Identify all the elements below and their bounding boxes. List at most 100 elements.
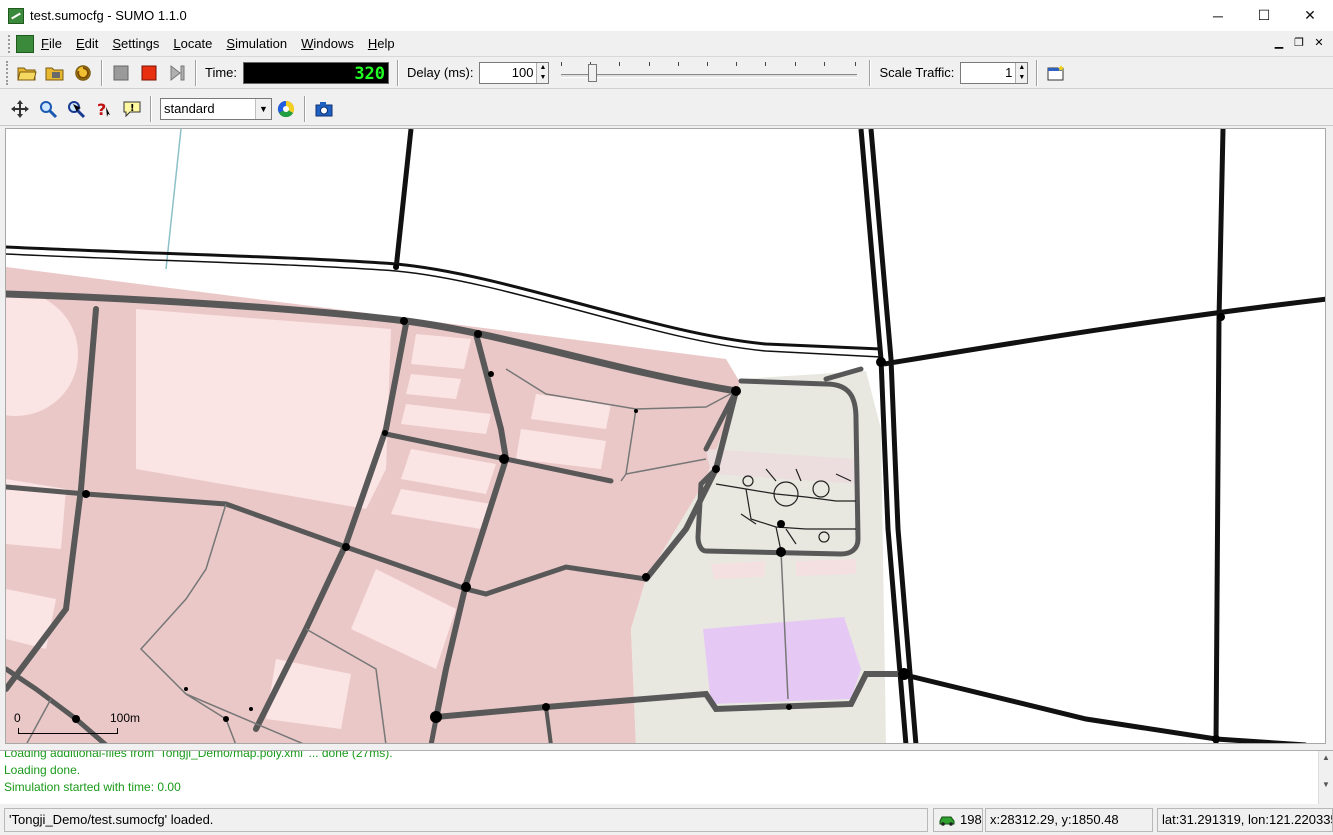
waterway <box>165 129 182 270</box>
close-button[interactable]: ✕ <box>1287 0 1333 31</box>
menu-help[interactable]: Help <box>361 31 402 57</box>
log-scrollbar[interactable]: ▲ ▼ <box>1318 751 1333 804</box>
spin-up-icon[interactable]: ▲ <box>537 63 548 73</box>
toolbar-grip[interactable] <box>6 60 10 85</box>
title-bar[interactable]: test.sumocfg - SUMO 1.1.0 ─ ☐ ✕ <box>0 0 1333 31</box>
slider-thumb[interactable] <box>588 63 598 82</box>
building <box>411 334 471 369</box>
cursor-latlon: lat:31.291319, lon:121.220335 <box>1157 808 1333 832</box>
message-log[interactable]: Loading additional-files from 'Tongji_De… <box>0 750 1333 804</box>
reload-icon[interactable] <box>71 61 95 85</box>
scale-zero-label: 0 <box>14 711 21 725</box>
purple-area <box>703 617 861 704</box>
scale-traffic-label: Scale Traffic: <box>879 65 955 80</box>
log-line: Simulation started with time: 0.00 <box>4 780 181 794</box>
sumo-app-icon <box>8 7 24 24</box>
recenter-view-icon[interactable] <box>8 97 32 121</box>
minimize-button[interactable]: ─ <box>1195 0 1241 31</box>
menu-edit-label: dit <box>84 35 99 51</box>
menu-simulation-label: imulation <box>235 35 288 51</box>
spin-up-icon[interactable]: ▲ <box>1016 63 1027 73</box>
map-canvas[interactable]: 0 100m <box>5 128 1326 744</box>
scroll-up-icon[interactable]: ▲ <box>1319 751 1333 764</box>
spin-down-icon[interactable]: ▼ <box>537 73 548 83</box>
open-folder-icon[interactable] <box>15 61 39 85</box>
delay-spinner-arrows[interactable]: ▲ ▼ <box>536 62 549 83</box>
mdi-close-button[interactable]: ✕ <box>1311 35 1327 51</box>
slider-track <box>561 73 858 78</box>
scale-spinner-arrows[interactable]: ▲ ▼ <box>1015 62 1028 83</box>
building <box>796 559 856 576</box>
menu-grip[interactable] <box>8 34 12 53</box>
building <box>711 561 766 579</box>
status-bar: 'Tongji_Demo/test.sumocfg' loaded. 198 x… <box>0 805 1333 835</box>
zoom-icon[interactable] <box>36 97 60 121</box>
scale-traffic-spinner[interactable]: ▲▼ <box>960 61 1029 84</box>
menu-bar: File Edit Settings Locate Simulation Win… <box>0 31 1333 57</box>
sumo-window: test.sumocfg - SUMO 1.1.0 ─ ☐ ✕ File Edi… <box>0 0 1333 835</box>
log-line: Loading done. <box>4 763 81 777</box>
color-scheme-value: standard <box>164 100 215 116</box>
spin-down-icon[interactable]: ▼ <box>1016 73 1027 83</box>
status-message: 'Tongji_Demo/test.sumocfg' loaded. <box>4 808 928 832</box>
car-icon <box>939 816 955 826</box>
menu-edit[interactable]: Edit <box>69 31 105 57</box>
log-line: Loading additional-files from 'Tongji_De… <box>4 750 393 760</box>
mdi-restore-button[interactable]: ❐ <box>1291 35 1307 51</box>
stop-icon[interactable] <box>109 61 133 85</box>
maximize-button[interactable]: ☐ <box>1241 0 1287 31</box>
show-tooltips-icon[interactable]: ! <box>120 97 144 121</box>
svg-text:?: ? <box>97 100 106 119</box>
menu-windows[interactable]: Windows <box>294 31 361 57</box>
cursor-coordinates: x:28312.29, y:1850.48 <box>985 808 1153 832</box>
scale-traffic-input[interactable] <box>961 62 1016 83</box>
menu-settings[interactable]: Settings <box>105 31 166 57</box>
menu-file-label: ile <box>48 35 62 51</box>
delay-spinner[interactable]: ▲▼ <box>479 61 550 84</box>
road-network-map <box>6 129 1325 743</box>
mdi-controls: ▁ ❐ ✕ <box>1271 35 1327 51</box>
toolbar-separator <box>195 59 197 86</box>
scale-label: 100m <box>110 711 141 725</box>
menu-help-label: elp <box>377 35 395 51</box>
new-view-icon[interactable] <box>1044 61 1068 85</box>
svg-text:!: ! <box>130 103 135 114</box>
scale-line <box>18 728 118 734</box>
scale-bar: 0 100m <box>14 711 140 737</box>
delay-input[interactable] <box>480 62 537 83</box>
toolbar-separator <box>304 95 306 122</box>
open-network-icon[interactable] <box>43 61 67 85</box>
simulation-toolbar: Time: 320 Delay (ms): ▲▼ Scale Traffic: … <box>0 57 1333 89</box>
menu-file[interactable]: File <box>34 31 69 57</box>
screenshot-camera-icon[interactable] <box>312 97 336 121</box>
run-stop-icon[interactable] <box>137 61 161 85</box>
step-icon[interactable] <box>165 61 189 85</box>
window-title: test.sumocfg - SUMO 1.1.0 <box>30 8 187 23</box>
toolbar-separator <box>397 59 400 86</box>
vehicle-count: 198 <box>960 812 982 827</box>
toolbar-separator <box>150 95 152 122</box>
time-label: Time: <box>205 65 238 80</box>
toolbar-separator <box>101 59 103 86</box>
vehicle-count-cell[interactable]: 198 <box>933 808 983 832</box>
delay-slider[interactable] <box>559 61 859 84</box>
scroll-down-icon[interactable]: ▼ <box>1319 778 1333 791</box>
menu-windows-label: indows <box>313 35 354 51</box>
menu-locate-label: ocate <box>180 35 213 51</box>
delay-label: Delay (ms): <box>407 65 474 80</box>
window-controls: ─ ☐ ✕ <box>1195 0 1333 31</box>
inspect-icon[interactable]: ? <box>92 97 116 121</box>
menu-settings-label: ettings <box>121 35 160 51</box>
toolbar-separator <box>869 59 872 86</box>
mdi-minimize-button[interactable]: ▁ <box>1271 35 1287 51</box>
view-toolbar: ? ! standard ▼ <box>0 92 1333 126</box>
sumo-menu-icon[interactable] <box>16 34 34 53</box>
edit-visualization-icon[interactable] <box>274 97 298 121</box>
menu-simulation[interactable]: Simulation <box>219 31 294 57</box>
time-display: 320 <box>243 61 390 84</box>
color-scheme-select[interactable]: standard ▼ <box>160 97 272 120</box>
menu-locate[interactable]: Locate <box>166 31 219 57</box>
toolbar-separator <box>1036 59 1039 86</box>
chevron-down-icon[interactable]: ▼ <box>255 98 271 119</box>
locate-junction-icon[interactable] <box>64 97 88 121</box>
